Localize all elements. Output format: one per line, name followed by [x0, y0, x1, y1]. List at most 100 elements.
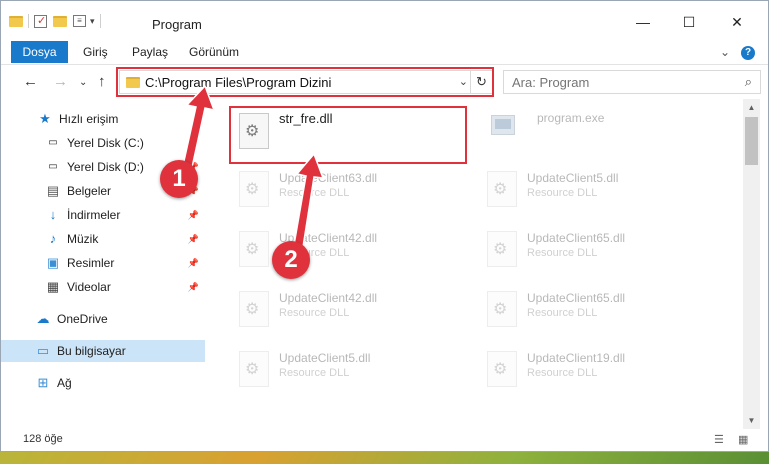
file-item[interactable]: ⚙ UpdateClient19.dll Resource DLL [479, 345, 709, 395]
sidebar-item-videos[interactable]: ▦ Videolar 📌 [1, 276, 205, 298]
file-name: UpdateClient65.dll [527, 291, 626, 305]
sidebar-item-music[interactable]: ♪ Müzik 📌 [1, 228, 205, 250]
exe-file-icon [489, 111, 519, 141]
dll-file-icon: ⚙ [239, 231, 269, 267]
sidebar-item-quick-access[interactable]: ★ Hızlı erişim [1, 108, 205, 130]
sidebar-item-label: Yerel Disk (C:) [67, 136, 144, 150]
sidebar-item-onedrive[interactable]: ☁ OneDrive [1, 308, 205, 330]
help-icon[interactable]: ? [741, 46, 755, 60]
file-item[interactable]: ⚙ UpdateClient5.dll Resource DLL [479, 165, 709, 215]
sidebar-item-label: Videolar [67, 280, 111, 294]
file-type: Resource DLL [279, 307, 350, 319]
expand-ribbon-icon[interactable]: ⌄ [720, 45, 730, 59]
tab-home[interactable]: Giriş [83, 41, 108, 63]
sidebar-item-local-disk-c[interactable]: ▭ Yerel Disk (C:) 📌 [1, 132, 205, 154]
forward-button[interactable]: → [53, 73, 68, 90]
file-type: Resource DLL [527, 247, 598, 259]
sidebar-item-label: Yerel Disk (D:) [67, 160, 144, 174]
address-dropdown-icon[interactable]: ⌄ [459, 75, 468, 88]
sidebar-item-label: Müzik [67, 232, 99, 246]
pin-icon[interactable]: 📌 [188, 234, 199, 245]
sidebar-item-label: Bu bilgisayar [57, 344, 126, 358]
file-name: program.exe [537, 111, 605, 125]
downloads-icon: ↓ [49, 207, 57, 222]
music-icon: ♪ [49, 231, 57, 246]
minimize-button[interactable]: — [621, 9, 665, 35]
file-item[interactable]: ⚙ UpdateClient65.dll Resource DLL [479, 225, 709, 275]
rename-icon[interactable]: ≡ [73, 15, 86, 27]
tab-share[interactable]: Paylaş [132, 41, 168, 63]
file-item-program-exe[interactable]: program.exe [481, 105, 711, 155]
file-item[interactable]: ⚙ UpdateClient65.dll Resource DLL [479, 285, 709, 335]
file-item[interactable]: ⚙ UpdateClient42.dll Resource DLL [231, 225, 461, 275]
file-name: UpdateClient19.dll [527, 351, 626, 365]
refresh-button[interactable]: ↻ [470, 71, 492, 93]
scrollbar-thumb[interactable] [745, 117, 758, 165]
new-folder-icon[interactable] [53, 15, 67, 27]
dll-file-icon: ⚙ [487, 291, 517, 327]
sidebar-item-label: Resimler [67, 256, 115, 270]
file-type: Resource DLL [527, 367, 598, 379]
file-item[interactable]: ⚙ UpdateClient5.dll Resource DLL [231, 345, 461, 395]
sidebar-item-downloads[interactable]: ↓ İndirmeler 📌 [1, 204, 205, 226]
details-view-icon[interactable]: ☰ [714, 434, 728, 446]
pictures-icon: ▣ [46, 255, 60, 270]
back-button[interactable]: ← [23, 73, 38, 90]
file-name: UpdateClient42.dll [279, 291, 378, 305]
pin-icon[interactable]: 📌 [188, 138, 199, 149]
search-icon: ⌕ [744, 74, 752, 89]
sidebar-item-label: Belgeler [67, 184, 112, 198]
search-input[interactable] [512, 71, 732, 93]
dll-file-icon: ⚙ [487, 171, 517, 207]
star-icon: ★ [39, 111, 51, 126]
scroll-up-icon[interactable]: ▲ [743, 99, 760, 116]
title-bar: ✓ ≡ ▾ Program — ☐ ✕ [1, 1, 768, 39]
dll-file-icon: ⚙ [239, 171, 269, 207]
dll-file-icon: ⚙ [487, 231, 517, 267]
address-bar[interactable]: C:\Program Files\Program Dizini ⌄ ↻ [119, 70, 493, 94]
recent-locations-icon[interactable]: ⌄ [79, 77, 87, 88]
file-name: UpdateClient5.dll [527, 171, 619, 185]
step-one-badge: 1 [160, 160, 198, 198]
navigation-pane: ★ Hızlı erişim ▭ Yerel Disk (C:) 📌 ▭ Yer… [1, 99, 207, 429]
file-item-str-fre[interactable]: ⚙ str_fre.dll [231, 107, 461, 157]
sidebar-item-network[interactable]: ⊞ Ağ [1, 372, 205, 394]
file-item[interactable]: ⚙ UpdateClient42.dll Resource DLL [231, 285, 461, 335]
maximize-button[interactable]: ☐ [667, 9, 711, 35]
sidebar-item-pictures[interactable]: ▣ Resimler 📌 [1, 252, 205, 274]
window-title: Program [152, 17, 202, 32]
customize-toolbar-icon[interactable]: ▾ [90, 16, 95, 27]
pin-icon[interactable]: 📌 [188, 258, 199, 269]
quick-access-toolbar: ✓ ≡ ▾ [9, 11, 106, 31]
pin-icon[interactable]: 📌 [188, 282, 199, 293]
pin-icon[interactable]: 📌 [188, 210, 199, 221]
up-button[interactable]: ↑ [98, 73, 106, 90]
documents-icon: ▤ [46, 183, 60, 198]
scroll-down-icon[interactable]: ▼ [743, 412, 760, 429]
sidebar-item-label: Hızlı erişim [59, 112, 119, 126]
ribbon-tabs: Dosya Giriş Paylaş Görünüm ⌄ ? [1, 39, 768, 65]
sidebar-item-label: OneDrive [57, 312, 108, 326]
search-box[interactable]: ⌕ [503, 70, 761, 94]
properties-icon[interactable]: ✓ [34, 14, 47, 28]
vertical-scrollbar[interactable]: ▲ ▼ [743, 99, 760, 429]
toolbar-separator [28, 14, 29, 28]
computer-icon: ▭ [36, 343, 50, 358]
file-type: Resource DLL [279, 367, 350, 379]
dll-file-icon: ⚙ [239, 113, 269, 149]
file-name: str_fre.dll [279, 111, 333, 126]
navigation-bar: ← → ⌄ ↑ C:\Program Files\Program Dizini … [1, 65, 768, 99]
file-item[interactable]: ⚙ UpdateClient63.dll Resource DLL [231, 165, 461, 215]
address-path[interactable]: C:\Program Files\Program Dizini [145, 75, 331, 90]
dll-file-icon: ⚙ [239, 351, 269, 387]
step-two-badge: 2 [272, 241, 310, 279]
sidebar-item-this-pc[interactable]: ▭ Bu bilgisayar [1, 340, 205, 362]
tab-view[interactable]: Görünüm [189, 41, 239, 63]
close-button[interactable]: ✕ [715, 9, 759, 35]
file-type: Resource DLL [527, 187, 598, 199]
large-icons-view-icon[interactable]: ▦ [738, 434, 752, 446]
folder-icon [126, 77, 140, 88]
drive-icon: ▭ [48, 161, 58, 172]
tab-file[interactable]: Dosya [11, 41, 68, 63]
file-type: Resource DLL [279, 187, 350, 199]
